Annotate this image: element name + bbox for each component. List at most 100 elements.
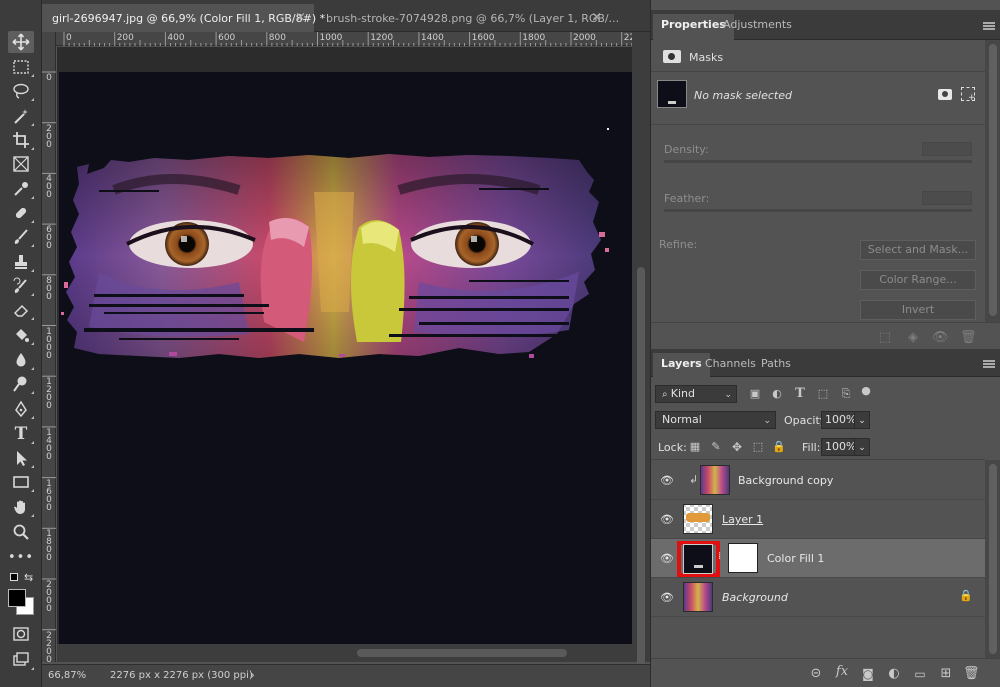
close-icon[interactable]: × [591,10,602,25]
healing-brush-icon[interactable] [8,202,34,224]
divider [651,459,985,460]
horizontal-scrollbar[interactable] [57,644,632,662]
link-icon[interactable]: ⁞ [718,551,721,562]
foreground-color-swatch[interactable] [8,589,26,607]
ruler-label: 1 2 0 0 [46,377,52,412]
layers-scrollbar[interactable] [985,460,1000,658]
type-tool-icon[interactable]: T [8,423,34,445]
layer-name[interactable]: Background [722,591,788,604]
brush-tool-icon[interactable] [8,226,34,248]
masks-header: Masks [651,40,985,72]
filter-toggle-icon[interactable]: ● [858,383,874,399]
pixel-filter-icon[interactable]: ▣ [747,386,763,402]
dodge-tool-icon[interactable] [8,373,34,395]
lock-artboard-icon[interactable]: ⬚ [750,439,766,455]
mask-icon[interactable]: ◙ [860,666,876,682]
screen-mode-icon[interactable] [8,649,34,671]
lock-position-icon[interactable]: ✥ [729,439,745,455]
vertical-scrollbar[interactable] [632,32,650,687]
adjustment-icon[interactable]: ◐ [886,666,902,682]
ruler-label: 2 0 0 0 [46,580,52,614]
visibility-icon: 👁 [932,330,949,345]
layer-row-background-copy[interactable]: 👁 ↲ Background copy [651,461,985,500]
scrollbar-thumb[interactable] [637,267,645,687]
lock-image-icon[interactable]: ✎ [708,439,724,455]
add-pixel-mask-icon[interactable] [938,89,952,100]
ruler-label: 1000 [319,33,343,43]
layers-panel-tabs: Layers Channels Paths [651,349,1000,377]
layer-name[interactable]: Background copy [738,474,833,487]
trash-icon[interactable]: 🗑 [963,666,980,682]
horizontal-ruler: 0200400600800100012001400160018002000220… [42,32,647,46]
blur-tool-icon[interactable] [8,349,34,371]
refine-label: Refine: [659,238,698,251]
scrollbar-thumb[interactable] [357,649,567,657]
zoom-tool-icon[interactable] [8,521,34,543]
zoom-level[interactable]: 66,87% [48,670,86,681]
layer-row-background[interactable]: 👁 Background 🔒 [651,578,985,617]
eraser-icon[interactable] [8,299,34,321]
visibility-eye-icon[interactable]: 👁 [660,591,674,604]
lock-all-icon[interactable]: 🔒 [771,439,787,455]
pen-tool-icon[interactable] [8,398,34,420]
layer-name[interactable]: Color Fill 1 [767,552,824,565]
visibility-eye-icon[interactable]: 👁 [660,474,674,487]
hand-tool-icon[interactable] [8,496,34,518]
ruler-label: 600 [218,33,236,43]
tab-girl-document[interactable]: girl-2696947.jpg @ 66,9% (Color Fill 1, … [42,4,325,32]
quick-mask-icon[interactable] [8,623,34,645]
fill-thumbnail [683,544,713,574]
path-selection-icon[interactable] [8,447,34,469]
frame-tool-icon[interactable] [8,153,34,175]
folder-icon[interactable]: ▭ [912,666,928,682]
lock-icon: 🔒 [959,589,973,602]
layer-row-layer-1[interactable]: 👁 Layer 1 [651,500,985,539]
ruler-label: 800 [268,33,286,43]
link-icon[interactable]: ⊝ [808,666,824,682]
select-and-mask-button: Select and Mask... [860,240,976,260]
panel-menu-icon[interactable] [983,360,995,368]
layer-row-color-fill-1[interactable]: 👁 ⁞ Color Fill 1 [651,539,985,578]
feather-slider [664,209,972,212]
add-vector-mask-icon[interactable]: + [961,87,976,103]
eyedropper-icon[interactable] [8,178,34,200]
status-menu-arrow[interactable]: › [250,668,255,682]
document-canvas[interactable] [59,72,632,644]
swap-colors-icon[interactable]: ⇆ [24,571,33,584]
opacity-dropdown-arrow[interactable]: ⌄ [854,411,870,429]
marquee-tool-icon[interactable] [8,56,34,78]
tab-paths[interactable]: Paths [753,353,799,377]
ruler-label: 1600 [471,33,495,43]
tab-adjustments[interactable]: Adjustments [715,14,800,40]
lock-transparent-icon[interactable]: ▦ [687,439,703,455]
layers-footer: ⊝ fx ◙ ◐ ▭ ⊞ 🗑 [651,658,1000,687]
fill-dropdown-arrow[interactable]: ⌄ [854,438,870,456]
fx-icon[interactable]: fx [834,664,850,680]
magic-wand-icon[interactable] [8,105,34,127]
visibility-eye-icon[interactable]: 👁 [660,513,674,526]
paint-bucket-icon[interactable] [8,324,34,346]
more-tools-icon[interactable]: ••• [8,546,34,568]
type-filter-icon[interactable]: T [792,386,808,402]
adjustment-filter-icon[interactable]: ◐ [769,386,785,402]
blend-mode-dropdown[interactable]: Normal ⌄ [655,411,776,429]
no-mask-text: No mask selected [694,89,792,102]
history-brush-icon[interactable] [8,275,34,297]
default-colors-icon[interactable] [10,573,18,581]
rectangle-tool-icon[interactable] [8,471,34,493]
shape-filter-icon[interactable]: ⬚ [815,386,831,402]
smart-object-filter-icon[interactable]: ⎘ [838,386,854,402]
toolbar: T ••• ⇆ [0,0,42,687]
tab-brush-stroke-document[interactable]: brush-stroke-7074928.png @ 66,7% (Layer … [316,4,619,32]
properties-scrollbar[interactable] [985,40,1000,322]
layer-name[interactable]: Layer 1 [722,513,763,526]
stamp-tool-icon[interactable] [8,251,34,273]
layer-filter-dropdown[interactable]: ⌕ Kind ⌄ [655,385,737,403]
move-tool-icon[interactable] [8,31,34,53]
new-layer-icon[interactable]: ⊞ [938,666,954,682]
crop-tool-icon[interactable] [8,129,34,151]
panel-menu-icon[interactable] [983,22,995,30]
visibility-eye-icon[interactable]: 👁 [660,552,674,565]
close-icon[interactable]: × [295,10,306,25]
lasso-tool-icon[interactable] [8,80,34,102]
